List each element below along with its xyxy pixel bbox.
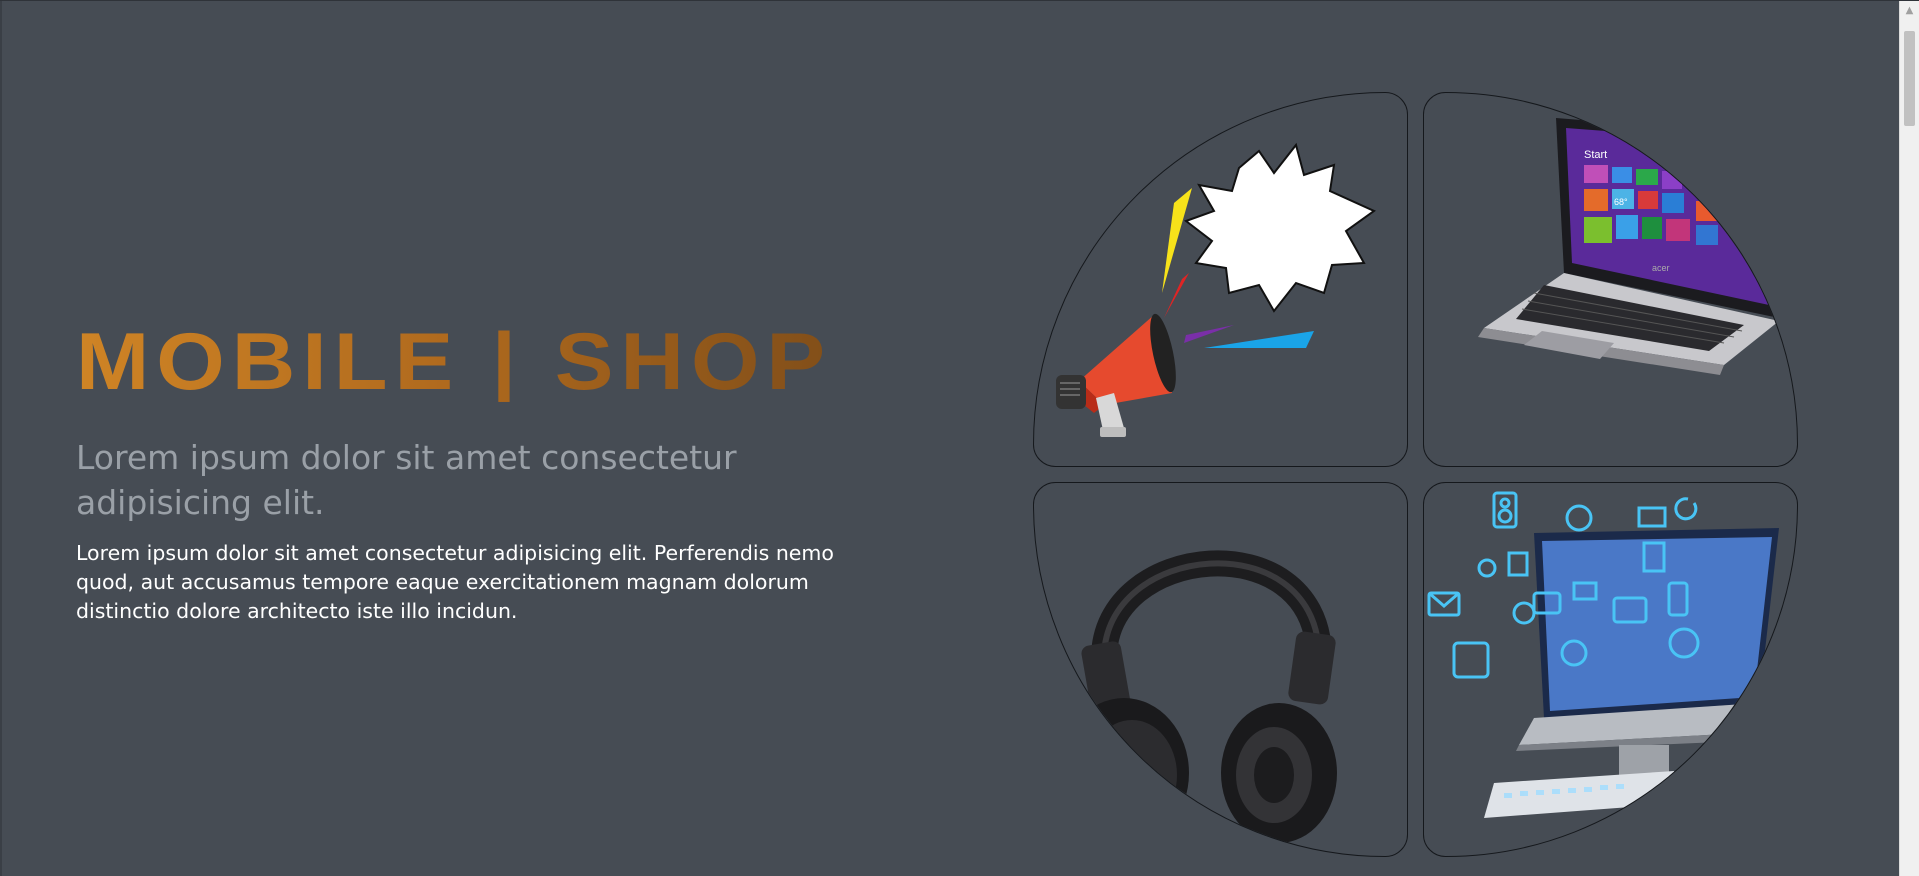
start-label: Start [1584, 149, 1607, 161]
monitor-icon [1427, 491, 1779, 818]
headphones-icon [1059, 550, 1337, 848]
page: MOBILE | SHOP Lorem ipsum dolor sit amet… [0, 0, 1919, 876]
hero-text: MOBILE | SHOP Lorem ipsum dolor sit amet… [76, 321, 896, 626]
vertical-scrollbar[interactable]: ▲ [1899, 1, 1919, 876]
scroll-up-arrow-icon[interactable]: ▲ [1900, 1, 1919, 21]
laptop-image[interactable]: Start 68° acer [1423, 92, 1798, 467]
scroll-thumb[interactable] [1904, 31, 1915, 126]
brand-title: MOBILE | SHOP [76, 321, 896, 402]
megaphone-icon [1056, 142, 1376, 437]
hero-subtitle: Lorem ipsum dolor sit amet consectetur a… [76, 438, 737, 522]
desktop-computer-image[interactable] [1423, 482, 1798, 857]
megaphone-image[interactable] [1033, 92, 1408, 467]
brand-logo: acer [1652, 263, 1670, 273]
headphones-image[interactable] [1033, 482, 1408, 857]
tile-temperature: 68° [1614, 197, 1628, 207]
laptop-icon: Start 68° acer [1478, 118, 1789, 375]
hero-description: Lorem ipsum dolor sit amet consectetur a… [76, 541, 834, 623]
window-edge [0, 1, 2, 876]
